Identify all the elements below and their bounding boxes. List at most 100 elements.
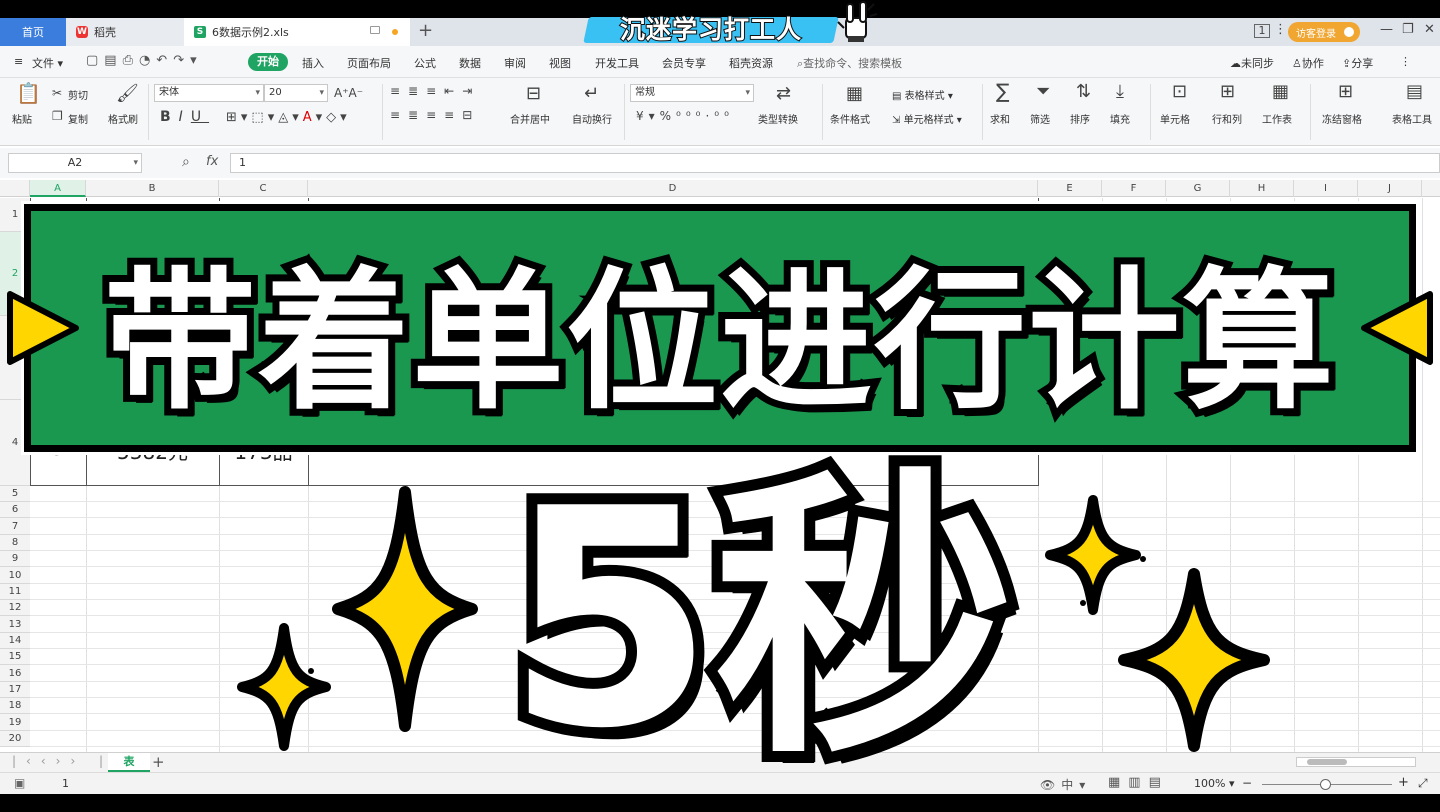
row-header-19[interactable]: 19	[0, 714, 30, 731]
column-header-c[interactable]: C	[219, 180, 308, 197]
filter-button[interactable]: 筛选	[1030, 111, 1050, 126]
wrap-icon[interactable]: ↵	[584, 85, 599, 103]
menu-data[interactable]: 数据	[459, 55, 481, 71]
add-sheet-button[interactable]: +	[152, 753, 165, 771]
row-header-14[interactable]: 14	[0, 633, 30, 649]
align-top-icons[interactable]: ≡≣≡⇤⇥	[390, 84, 480, 99]
filter-icon[interactable]: ⏷	[1036, 83, 1050, 101]
column-header-h[interactable]: H	[1230, 180, 1294, 197]
worksheet-icon[interactable]: ▦	[1272, 83, 1289, 101]
quick-access-icons[interactable]: ▢▤⎙◔↶↷▾	[86, 53, 203, 68]
paste-icon[interactable]: 📋	[16, 83, 41, 103]
sync-status[interactable]: ☁未同步	[1230, 55, 1274, 71]
merge-center-button[interactable]: 合并居中	[510, 111, 550, 126]
menu-insert[interactable]: 插入	[302, 55, 324, 71]
add-tab-button[interactable]: +	[418, 20, 433, 41]
tab-home[interactable]: 首页	[0, 18, 66, 46]
conditional-format-icon[interactable]: ▦	[846, 85, 863, 103]
freeze-icon[interactable]: ⊞	[1338, 83, 1353, 101]
menu-docer[interactable]: 稻壳资源	[729, 55, 773, 71]
cell-style-button[interactable]: ⇲ 单元格样式 ▾	[892, 111, 962, 126]
macro-icon[interactable]: ▣	[14, 776, 25, 790]
share-button[interactable]: ⇪分享	[1342, 55, 1373, 71]
visitor-login-button[interactable]: 访客登录	[1288, 22, 1360, 42]
row-header-11[interactable]: 11	[0, 584, 30, 600]
column-header-i[interactable]: I	[1294, 180, 1358, 197]
brush-icon[interactable]: 🖌	[116, 85, 139, 103]
cell-button[interactable]: 单元格	[1160, 111, 1190, 126]
row-header-18[interactable]: 18	[0, 698, 30, 714]
row-header-20[interactable]: 20	[0, 731, 30, 747]
fullscreen-icon[interactable]: ⤢	[1418, 776, 1428, 791]
type-convert-button[interactable]: 类型转换	[758, 111, 798, 126]
auto-wrap-button[interactable]: 自动换行	[572, 111, 612, 126]
column-header-j[interactable]: J	[1358, 180, 1422, 197]
view-mode-icons[interactable]: ▦▥▤	[1108, 775, 1169, 790]
paste-button[interactable]: 粘贴	[12, 111, 32, 126]
menu-formula[interactable]: 公式	[414, 55, 436, 71]
table-tools-button[interactable]: 表格工具	[1392, 111, 1432, 126]
menu-file[interactable]: 文件 ▾	[32, 55, 63, 71]
number-format-select[interactable]: 常规	[630, 84, 754, 102]
horizontal-scrollbar[interactable]	[1296, 757, 1416, 767]
menu-developer[interactable]: 开发工具	[595, 55, 639, 71]
row-col-icon[interactable]: ⊞	[1220, 83, 1235, 101]
row-header-6[interactable]: 6	[0, 502, 30, 518]
tab-file[interactable]: S 6数据示例2.xls	[184, 18, 410, 46]
name-box[interactable]: A2 ▾	[8, 153, 142, 173]
row-header-8[interactable]: 8	[0, 535, 30, 551]
menu-review[interactable]: 审阅	[504, 55, 526, 71]
formula-input[interactable]: 1	[230, 153, 1440, 173]
row-header-16[interactable]: 16	[0, 665, 30, 682]
menu-page-layout[interactable]: 页面布局	[347, 55, 391, 71]
convert-icon[interactable]: ⇄	[776, 85, 791, 103]
zoom-out-icon[interactable]: −	[1242, 776, 1252, 790]
worksheet-button[interactable]: 工作表	[1262, 111, 1292, 126]
column-header-e[interactable]: E	[1038, 180, 1102, 197]
sheet-tab[interactable]: 表	[108, 753, 150, 772]
scrollbar-thumb[interactable]	[1307, 759, 1347, 765]
hamburger-icon[interactable]: ≡	[14, 55, 23, 68]
restore-icon[interactable]: ❐	[1402, 22, 1414, 37]
copy-icon[interactable]: ❐	[52, 109, 63, 124]
sheet-nav-icons[interactable]: |‹‹›› |	[12, 754, 113, 768]
scissors-icon[interactable]: ✂	[52, 86, 62, 101]
more-icon[interactable]: ⋮	[1400, 55, 1411, 68]
row-header-5[interactable]: 5	[0, 486, 30, 502]
column-header-a[interactable]: A	[30, 180, 86, 197]
row-col-button[interactable]: 行和列	[1212, 111, 1242, 126]
conditional-format-button[interactable]: 条件格式	[830, 111, 870, 126]
close-icon[interactable]: ✕	[1424, 22, 1435, 37]
row-header-17[interactable]: 17	[0, 682, 30, 698]
sum-icon[interactable]: ∑	[996, 81, 1009, 101]
row-header-13[interactable]: 13	[0, 616, 30, 633]
column-header-f[interactable]: F	[1102, 180, 1166, 197]
merge-icon[interactable]: ⊟	[526, 85, 541, 103]
sort-icon[interactable]: ⇅	[1076, 83, 1091, 101]
fill-button[interactable]: 填充	[1110, 111, 1130, 126]
sum-button[interactable]: 求和	[990, 111, 1010, 126]
align-left-icons[interactable]: ≡≣≡≡⊟	[390, 108, 480, 123]
menu-member[interactable]: 会员专享	[662, 55, 706, 71]
number-format-icons[interactable]: ¥▾%⁰⁰⁰·⁰⁰	[636, 109, 734, 124]
font-size-select[interactable]: 20	[264, 84, 328, 102]
menu-view[interactable]: 视图	[549, 55, 571, 71]
cell-icon[interactable]: ⊡	[1172, 83, 1187, 101]
collab-button[interactable]: ♙协作	[1292, 55, 1324, 71]
command-search[interactable]: ⌕查找命令、搜索模板	[797, 55, 902, 71]
fx-icon[interactable]: fx	[206, 154, 218, 169]
row-header-10[interactable]: 10	[0, 567, 30, 584]
font-style-icons[interactable]: BIU	[160, 110, 209, 125]
fill-icon[interactable]: ⤓	[1116, 83, 1124, 101]
column-header-g[interactable]: G	[1166, 180, 1230, 197]
row-header-15[interactable]: 15	[0, 649, 30, 665]
minimize-icon[interactable]: —	[1380, 22, 1393, 37]
font-family-select[interactable]: 宋体	[154, 84, 264, 102]
zoom-in-icon[interactable]: +	[1398, 775, 1409, 790]
eye-protect-icon[interactable]: 👁中▾	[1040, 776, 1091, 793]
window-count-icon[interactable]: 1	[1254, 24, 1270, 38]
row-header-12[interactable]: 12	[0, 600, 30, 616]
screen-icon[interactable]	[370, 26, 380, 34]
freeze-panes-button[interactable]: 冻结窗格	[1322, 111, 1362, 126]
cut-button[interactable]: 剪切	[68, 87, 88, 102]
